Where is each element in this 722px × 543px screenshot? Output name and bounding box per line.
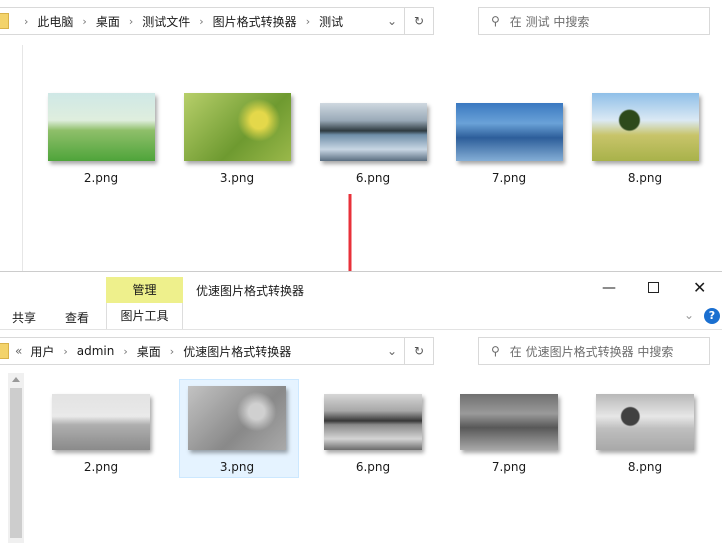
file-name: 7.png bbox=[491, 171, 527, 185]
image-thumbnail bbox=[455, 103, 563, 161]
breadcrumb-item[interactable]: 此电脑 bbox=[37, 13, 73, 30]
maximize-button[interactable] bbox=[648, 282, 659, 293]
image-thumbnail bbox=[324, 394, 422, 450]
file-item[interactable]: 2.png bbox=[41, 386, 161, 474]
folder-icon bbox=[0, 343, 9, 359]
file-item[interactable]: 2.png bbox=[41, 93, 161, 185]
file-name: 2.png bbox=[83, 171, 119, 185]
chevron-right-icon[interactable]: › bbox=[63, 345, 67, 358]
overflow-chevron-icon[interactable]: « bbox=[15, 344, 22, 358]
file-name: 6.png bbox=[355, 171, 391, 185]
chevron-right-icon[interactable]: › bbox=[306, 15, 310, 28]
file-item[interactable]: 7.png bbox=[449, 386, 569, 474]
chevron-down-icon[interactable]: ⌄ bbox=[387, 344, 397, 358]
file-item[interactable]: 3.png bbox=[177, 386, 297, 474]
chevron-right-icon[interactable]: › bbox=[199, 15, 203, 28]
ribbon-tab-picture-tools[interactable]: 图片工具 bbox=[106, 303, 183, 329]
ribbon-tab-view[interactable]: 查看 bbox=[65, 309, 89, 326]
folder-icon bbox=[0, 13, 9, 29]
breadcrumb-item[interactable]: 测试文件 bbox=[142, 13, 190, 30]
breadcrumb-item[interactable]: 图片格式转换器 bbox=[213, 13, 297, 30]
breadcrumb-item[interactable]: 桌面 bbox=[96, 13, 120, 30]
file-name: 6.png bbox=[355, 460, 391, 474]
image-thumbnail bbox=[188, 386, 286, 450]
file-item[interactable]: 8.png bbox=[585, 386, 705, 474]
refresh-button[interactable]: ↻ bbox=[404, 7, 434, 35]
chevron-right-icon[interactable]: › bbox=[170, 345, 174, 358]
file-name: 8.png bbox=[627, 460, 663, 474]
breadcrumb-item[interactable]: 桌面 bbox=[137, 343, 161, 360]
ribbon-divider bbox=[0, 329, 722, 330]
chevron-right-icon[interactable]: › bbox=[24, 15, 28, 28]
image-thumbnail bbox=[591, 93, 699, 161]
file-item[interactable]: 3.png bbox=[177, 93, 297, 185]
file-name: 3.png bbox=[219, 460, 255, 474]
bottom-search-input[interactable]: ⚲ 在 优速图片格式转换器 中搜索 bbox=[478, 337, 710, 365]
file-item[interactable]: 7.png bbox=[449, 93, 569, 185]
breadcrumb-item[interactable]: 用户 bbox=[30, 343, 54, 360]
chevron-right-icon[interactable]: › bbox=[123, 345, 127, 358]
breadcrumb-item[interactable]: admin bbox=[77, 344, 115, 358]
top-address-bar[interactable]: › 此电脑 › 桌面 › 测试文件 › 图片格式转换器 › 测试 ⌄ ↻ bbox=[0, 7, 434, 35]
image-thumbnail bbox=[47, 93, 155, 161]
image-thumbnail bbox=[460, 394, 558, 450]
top-search-input[interactable]: ⚲ 在 测试 中搜索 bbox=[478, 7, 710, 35]
close-button[interactable]: ✕ bbox=[693, 278, 706, 297]
expand-ribbon-icon[interactable]: ⌄ bbox=[684, 308, 694, 322]
file-item[interactable]: 8.png bbox=[585, 93, 705, 185]
nav-pane-divider bbox=[22, 45, 23, 272]
help-icon[interactable]: ? bbox=[704, 308, 720, 324]
ribbon-tab-share[interactable]: 共享 bbox=[12, 309, 36, 326]
file-name: 8.png bbox=[627, 171, 663, 185]
file-name: 7.png bbox=[491, 460, 527, 474]
file-item[interactable]: 6.png bbox=[313, 386, 433, 474]
breadcrumb-item[interactable]: 优速图片格式转换器 bbox=[183, 343, 291, 360]
minimize-button[interactable]: — bbox=[602, 280, 616, 296]
chevron-down-icon[interactable]: ⌄ bbox=[387, 14, 397, 28]
file-name: 2.png bbox=[83, 460, 119, 474]
bottom-address-bar[interactable]: « 用户 › admin › 桌面 › 优速图片格式转换器 ⌄ ↻ bbox=[0, 337, 434, 365]
image-thumbnail bbox=[52, 394, 150, 450]
image-thumbnail bbox=[596, 394, 694, 450]
chevron-right-icon[interactable]: › bbox=[129, 15, 133, 28]
image-thumbnail bbox=[319, 103, 427, 161]
image-thumbnail bbox=[183, 93, 291, 161]
scrollbar[interactable] bbox=[8, 373, 24, 543]
window-title: 优速图片格式转换器 bbox=[196, 284, 305, 298]
search-icon: ⚲ bbox=[491, 344, 500, 358]
tab-manage[interactable]: 管理 bbox=[106, 277, 183, 303]
breadcrumb-item[interactable]: 测试 bbox=[319, 13, 343, 30]
search-icon: ⚲ bbox=[491, 14, 500, 28]
chevron-right-icon[interactable]: › bbox=[82, 15, 86, 28]
file-name: 3.png bbox=[219, 171, 255, 185]
refresh-button[interactable]: ↻ bbox=[404, 337, 434, 365]
file-item[interactable]: 6.png bbox=[313, 93, 433, 185]
